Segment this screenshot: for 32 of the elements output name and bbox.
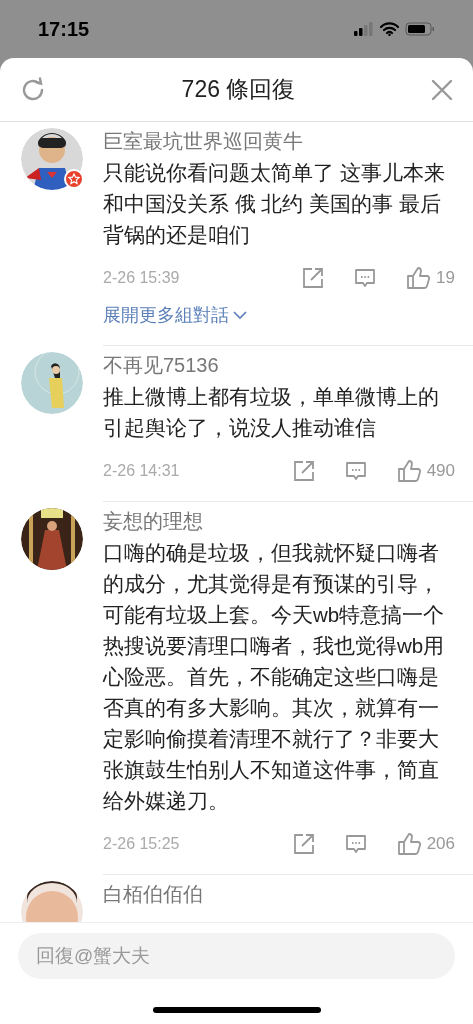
reply-field[interactable]: 回復@蟹大夫 xyxy=(18,933,455,979)
comment-text: 推上微博上都有垃圾，单单微博上的引起舆论了，说没人推动谁信 xyxy=(103,384,440,441)
user-name[interactable]: 白栢伯佰伯 xyxy=(103,879,455,910)
comment-icon[interactable] xyxy=(344,460,367,482)
sheet-title: 726 條回復 xyxy=(181,75,296,105)
comment-text: 口嗨的确是垃圾，但我就怀疑口嗨者的成分，尤其觉得是有预谋的引导，可能有垃圾上套。今天wb特意搞一个热搜说要清理口嗨者，我也觉得wb用心险恶。首先，不能确定这些口嗨是否真的有多大影响。其次，就算有一定影响偷摸着清理不就行了？非要大张旗鼓生怕别人不知道这件事，简直给外媒递刀。 xyxy=(103,540,446,814)
comment-text: 只能说你看问题太简单了 这事儿本来和中国没关系 俄 北约 美国的事 最后背锅的还是咱们 xyxy=(103,160,446,248)
comment-time: 2-26 15:39 xyxy=(103,268,181,288)
like-count[interactable]: 490 xyxy=(426,458,455,484)
share-icon[interactable] xyxy=(292,833,315,855)
battery-icon xyxy=(405,22,435,36)
comment-time: 2-26 14:31 xyxy=(103,461,181,481)
share-icon[interactable] xyxy=(302,267,325,289)
like-icon[interactable] xyxy=(396,460,421,482)
expand-link[interactable]: 展開更多組對話 xyxy=(103,302,247,329)
status-time: 17:15 xyxy=(38,17,90,42)
user-name[interactable]: 不再见75136 xyxy=(103,350,455,381)
signal-icon xyxy=(354,22,374,36)
like-icon[interactable] xyxy=(396,833,421,855)
refresh-icon[interactable] xyxy=(20,76,46,103)
like-icon[interactable] xyxy=(406,267,431,289)
wifi-icon xyxy=(380,22,399,36)
like-count[interactable]: 19 xyxy=(436,265,455,291)
share-icon[interactable] xyxy=(292,460,315,482)
close-icon[interactable] xyxy=(431,78,453,101)
user-name[interactable]: 巨室最坑世界巡回黄牛 xyxy=(103,126,455,157)
like-count[interactable]: 206 xyxy=(426,831,455,857)
chevron-down-icon xyxy=(233,311,247,320)
comment-icon[interactable] xyxy=(354,267,377,289)
comment-time: 2-26 15:25 xyxy=(103,834,181,854)
user-name[interactable]: 妄想的理想 xyxy=(103,506,455,537)
comment-icon[interactable] xyxy=(344,833,367,855)
